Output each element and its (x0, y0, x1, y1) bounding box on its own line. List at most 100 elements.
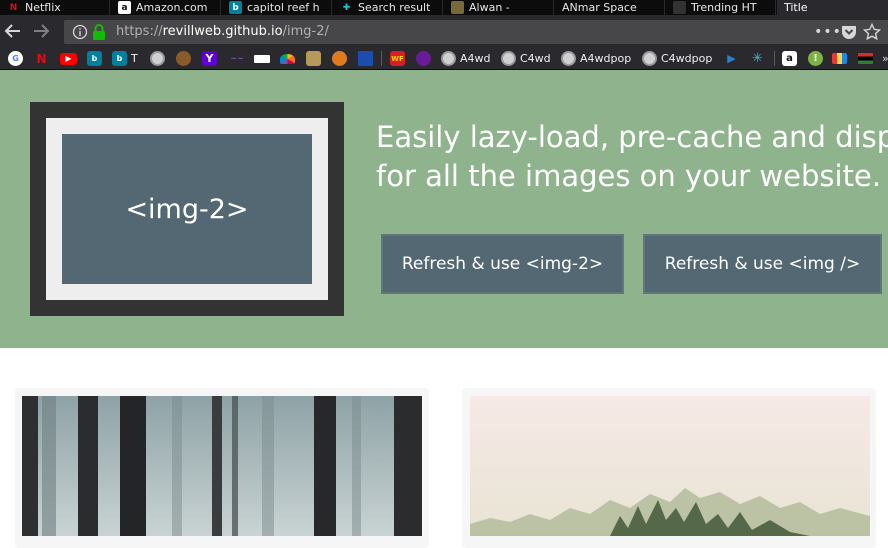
bookmark-label: C4wdpop (661, 52, 713, 65)
tab-strip: N Netflix a Amazon.com b capitol reef h … (0, 0, 888, 15)
bbc-icon (254, 54, 270, 63)
globe-icon (642, 51, 657, 66)
back-arrow-icon (4, 24, 20, 38)
bookmark-bing-t[interactable]: b T (112, 50, 138, 67)
bookmark-youtube[interactable]: ▶ (60, 50, 77, 67)
bookmark-alert[interactable]: ! (808, 50, 823, 67)
forward-button[interactable] (30, 20, 52, 42)
bookmark-bbc[interactable] (254, 50, 270, 67)
page-actions-menu-icon[interactable]: ••• (814, 21, 841, 43)
refresh-use-img-button[interactable]: Refresh & use <img /> (643, 234, 882, 294)
bookmark-a4wdpop[interactable]: A4wdpop (561, 50, 631, 67)
tab-search-result[interactable]: ✚ Search result (333, 0, 443, 15)
bookmark-star-icon[interactable] (863, 23, 881, 41)
bookmark-nbc[interactable] (280, 50, 295, 67)
tab-label: Title (784, 1, 808, 14)
tab-alwan[interactable]: Alwan - (444, 0, 554, 15)
tab-label: Search result (358, 1, 431, 14)
bookmark-weather-channel[interactable] (358, 50, 373, 67)
hero-headline: Easily lazy-load, pre-cache and disp for… (376, 118, 888, 196)
youtube-icon: ▶ (60, 52, 77, 65)
bookmark-amazon[interactable]: a (782, 50, 797, 67)
flag-icon (858, 53, 873, 64)
bing-icon: b (229, 1, 242, 14)
bookmark-label: A4wd (460, 52, 491, 65)
exclamation-icon: ! (808, 51, 823, 66)
hero-section: <img-2> Easily lazy-load, pre-cache and … (0, 70, 888, 348)
misty-pines-photo (470, 396, 870, 536)
amazon-icon: a (118, 1, 131, 14)
bookmark-flag[interactable] (858, 50, 873, 67)
tab-capitol-reef[interactable]: b capitol reef h (222, 0, 332, 15)
wells-fargo-icon: WF (390, 51, 405, 66)
globe-icon (501, 51, 516, 66)
bookmark-yahoo[interactable]: Y (202, 50, 217, 67)
img2-preview: <img-2> (62, 134, 312, 284)
bookmark-label: T (131, 52, 138, 65)
play-triangle-icon: ▶ (727, 52, 736, 65)
bing-icon: b (87, 51, 102, 66)
snowflake-icon: ✳ (752, 51, 763, 66)
image-frame-mat: <img-2> (46, 118, 328, 300)
bookmark-separator (381, 51, 382, 66)
bookmark-netflix[interactable]: N (34, 50, 49, 67)
bookmark-globe-1[interactable] (150, 50, 165, 67)
globe-icon (150, 51, 165, 66)
tab-label: Trending HT (691, 1, 757, 14)
tab-title[interactable]: Title (777, 0, 888, 15)
tab-label: ANmar Space (562, 1, 637, 14)
image-frame-outer: <img-2> (30, 102, 344, 316)
bookmark-scroll[interactable] (306, 50, 321, 67)
bookmark-c4wdpop[interactable]: C4wdpop (642, 50, 712, 67)
bookmark-separator (774, 51, 775, 66)
secure-lock-icon[interactable] (92, 23, 106, 41)
bookmark-swirl[interactable] (176, 50, 191, 67)
tab-anmar-space[interactable]: ANmar Space (555, 0, 665, 15)
bookmark-arabic-site[interactable]: ~~ (228, 50, 246, 67)
swirl-icon (176, 51, 191, 66)
github-icon (673, 1, 686, 14)
tab-label: Netflix (25, 1, 61, 14)
navigation-toolbar: https://revillweb.github.io/img-2/ ••• (0, 15, 888, 47)
site-info-icon[interactable] (72, 24, 88, 40)
globe-icon (441, 51, 456, 66)
address-bar[interactable]: https://revillweb.github.io/img-2/ ••• (64, 20, 888, 44)
bing-icon: b (112, 51, 127, 66)
chevron-overflow-icon: » (882, 52, 888, 65)
bookmarks-toolbar: G N ▶ b b T Y ~~ WF A4wd C4wd A4wdpop C4… (0, 47, 888, 70)
netflix-icon: N (36, 51, 47, 66)
bookmark-label: C4wd (520, 52, 551, 65)
tab-netflix[interactable]: N Netflix (0, 0, 110, 15)
tab-amazon[interactable]: a Amazon.com (111, 0, 221, 15)
back-button[interactable] (2, 20, 24, 42)
headline-line-1: Easily lazy-load, pre-cache and disp (376, 120, 888, 154)
bookmark-play[interactable]: ▶ (724, 50, 739, 67)
bookmark-wf[interactable]: WF (390, 50, 405, 67)
tab-trending[interactable]: Trending HT (666, 0, 776, 15)
yahoo-icon: Y (202, 51, 217, 66)
book-icon (451, 1, 464, 14)
bookmark-bing-1[interactable]: b (87, 50, 102, 67)
headline-line-2: for all the images on your website. (376, 159, 881, 193)
bookmark-a4wd[interactable]: A4wd (441, 50, 491, 67)
tab-label: Amazon.com (136, 1, 208, 14)
sun-icon (332, 51, 347, 66)
arc-logo-icon (416, 51, 431, 66)
bookmarks-overflow[interactable]: » (882, 50, 888, 67)
bookmark-sun[interactable] (332, 50, 347, 67)
bookmark-c4wd[interactable]: C4wd (501, 50, 551, 67)
briefcase-icon (832, 53, 847, 64)
bookmark-arc[interactable] (416, 50, 431, 67)
scroll-icon (306, 51, 321, 66)
amazon-icon: a (782, 51, 797, 66)
bookmark-label: A4wdpop (580, 52, 632, 65)
url-text[interactable]: https://revillweb.github.io/img-2/ (116, 24, 329, 39)
arabic-logo-icon: ~~ (230, 54, 244, 63)
pocket-icon[interactable] (841, 24, 857, 40)
bookmark-snowflake[interactable]: ✳ (750, 50, 765, 67)
bookmark-google[interactable]: G (8, 50, 23, 67)
nbc-peacock-icon (280, 53, 295, 64)
bookmark-briefcase[interactable] (832, 50, 847, 67)
refresh-use-img2-button[interactable]: Refresh & use <img-2> (381, 234, 624, 294)
google-icon: G (8, 51, 23, 66)
